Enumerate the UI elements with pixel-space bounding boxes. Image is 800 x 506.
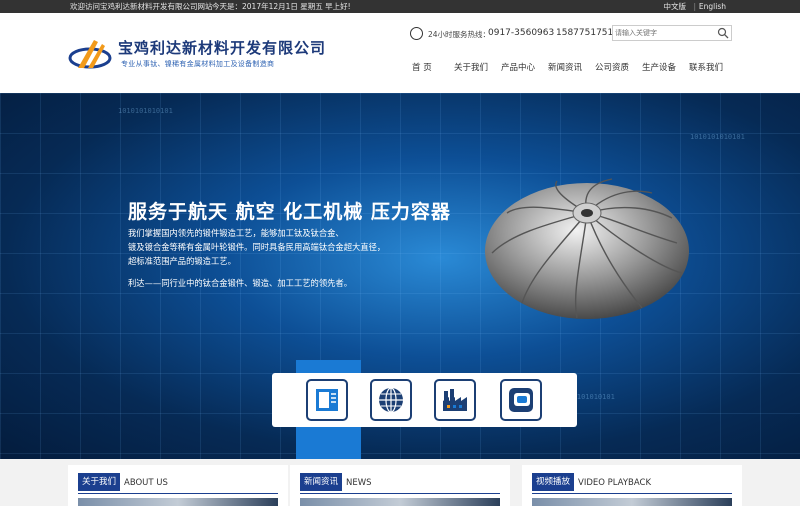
company-name: 宝鸡利达新材料开发有限公司 [118, 39, 327, 57]
nav-home[interactable]: 首 页 [412, 61, 432, 73]
quick-links-panel [272, 373, 577, 427]
nav-products[interactable]: 产品中心 [501, 61, 535, 73]
section-about-label[interactable]: 关于我们 [78, 473, 121, 491]
date-text: 今天是：2017年12月1日 星期五 早上好! [212, 2, 351, 11]
search-box [612, 25, 732, 41]
section-about: 关于我们 ABOUT US [68, 465, 288, 506]
company-slogan: 专业从事钛、镍稀有金属材料加工及设备制造商 [121, 60, 275, 68]
nav-news[interactable]: 新闻资讯 [548, 61, 582, 73]
globe-icon[interactable] [370, 379, 412, 421]
section-video-en: VIDEO PLAYBACK [578, 478, 652, 488]
banner-description: 我们掌握国内领先的锻件锻造工艺，能够加工钛及钛合金、 镀及镀合金等稀有金属叶轮锻… [128, 226, 385, 268]
lang-en-link[interactable]: English [699, 0, 726, 13]
factory-icon[interactable] [434, 379, 476, 421]
binary-decoration: 1010101010101 [118, 107, 173, 115]
search-input[interactable] [615, 27, 711, 39]
header: 宝鸡利达新材料开发有限公司 专业从事钛、镍稀有金属材料加工及设备制造商 24小时… [0, 13, 800, 93]
section-divider [300, 493, 500, 494]
impeller-image [485, 178, 689, 319]
company-logo[interactable] [68, 34, 114, 76]
nav-contact[interactable]: 联系我们 [689, 61, 723, 73]
banner-desc-line: 超标准范围产品的锻造工艺。 [128, 256, 236, 266]
content-sections: 关于我们 ABOUT US 新闻资讯 NEWS 视频播放 VIDEO PLAYB… [0, 459, 800, 506]
section-about-image [78, 498, 278, 506]
document-icon[interactable] [306, 379, 348, 421]
phone-icon [410, 27, 423, 40]
section-news-en: NEWS [346, 478, 372, 488]
section-divider [532, 493, 732, 494]
banner-tagline: 利达——同行业中的钛合金锻件、锻造、加工工艺的领先者。 [128, 278, 353, 288]
nav-qualification[interactable]: 公司资质 [595, 61, 629, 73]
lang-separator: | [693, 2, 696, 11]
section-news-label[interactable]: 新闻资讯 [300, 473, 343, 491]
section-video-label[interactable]: 视频播放 [532, 473, 575, 491]
welcome-text: 欢迎访问宝鸡利达新材料开发有限公司网站 [70, 2, 213, 11]
banner-headline: 服务于航天 航空 化工机械 压力容器 [128, 201, 451, 223]
section-video-image [532, 498, 732, 506]
section-video: 视频播放 VIDEO PLAYBACK [522, 465, 742, 506]
top-bar: 欢迎访问宝鸡利达新材料开发有限公司网站 今天是：2017年12月1日 星期五 早… [0, 0, 800, 13]
search-icon[interactable] [717, 27, 729, 39]
chat-icon[interactable] [500, 379, 542, 421]
banner-desc-line: 我们掌握国内领先的锻件锻造工艺，能够加工钛及钛合金、 [128, 228, 344, 238]
section-news-image [300, 498, 500, 506]
binary-decoration: 1010101010101 [690, 133, 745, 141]
hotline-mobile: 15877517511 [556, 28, 619, 38]
banner-desc-line: 镀及镀合金等稀有金属叶轮锻件。同时具备民用高端钛合金超大直径， [128, 242, 386, 252]
hotline-label: 24小时服务热线： [428, 30, 491, 39]
section-news: 新闻资讯 NEWS [290, 465, 510, 506]
nav-about[interactable]: 关于我们 [454, 61, 488, 73]
lang-cn-link[interactable]: 中文版 [664, 0, 687, 13]
section-divider [78, 493, 278, 494]
section-about-en: ABOUT US [124, 478, 168, 488]
hotline-phone: 0917-3560963 [488, 28, 555, 38]
nav-equipment[interactable]: 生产设备 [642, 61, 676, 73]
